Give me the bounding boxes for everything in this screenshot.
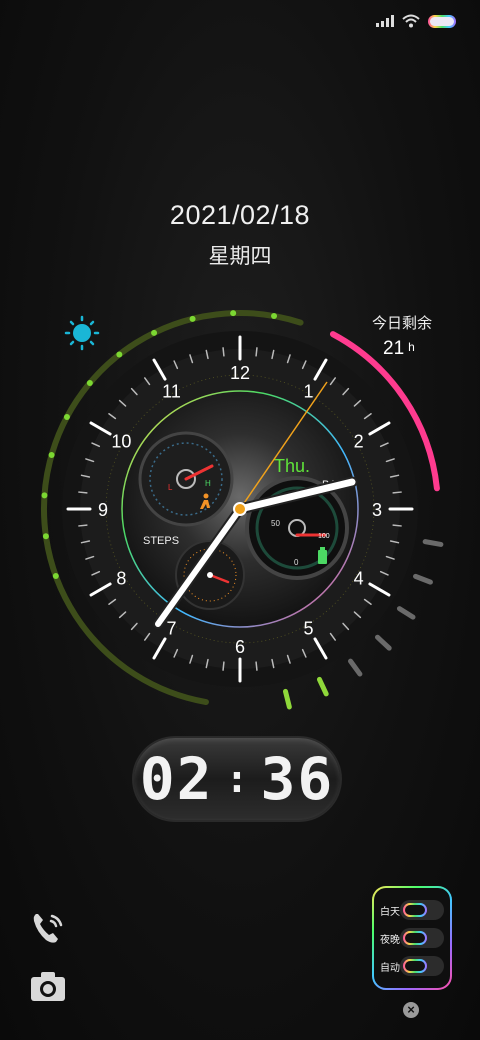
level-dash [282,688,292,710]
level-dash [396,606,416,620]
minute-tick [78,524,88,527]
close-icon[interactable]: × [403,1002,419,1018]
hour-numeral: 8 [116,569,126,589]
day-label: Thu. [274,456,310,476]
hour-numeral: 3 [372,500,382,520]
steps-low-label: L [168,483,173,492]
bat-scale-100: 100 [318,533,330,540]
battery-icon [428,14,456,28]
minute-tick [255,347,258,357]
signal-bars-icon [376,15,394,27]
steps-high-label: H [205,479,211,488]
sun-icon [64,315,100,351]
level-dash [374,634,392,651]
hour-numeral: 1 [303,381,313,401]
mode-toggle-day[interactable] [400,900,444,920]
mode-label-day: 白天 [380,906,400,918]
progress-dot [116,351,123,358]
mode-row-night[interactable]: 夜晚 [380,928,444,948]
digital-minutes: 36 [260,745,335,813]
mode-panel: 白天 夜晚 自动 [372,886,452,990]
camera-icon[interactable] [28,968,68,1004]
progress-dot [151,329,158,336]
hour-numeral: 7 [166,619,176,639]
minute-tick [392,491,402,494]
progress-dot [86,380,93,387]
minute-tick [392,524,402,527]
progress-dot [189,315,196,322]
progress-dot [42,533,49,540]
minute-tick [222,347,225,357]
hour-numeral: 4 [354,569,364,589]
wifi-icon [402,14,420,28]
level-dash [422,539,444,547]
mode-row-day[interactable]: 白天 [380,900,444,920]
mode-label-auto: 自动 [380,962,400,974]
hour-numeral: 10 [111,432,131,452]
mode-toggle-night[interactable] [400,928,444,948]
mode-label-night: 夜晚 [380,934,400,946]
digital-hours: 02 [139,745,214,813]
hour-numeral: 6 [235,637,245,657]
hour-numeral: 9 [98,500,108,520]
level-dash [348,658,363,677]
digital-clock: 02 : 36 [134,738,340,820]
steps-subdial: H L [138,431,234,527]
date-text: 2021/02/18 [169,200,311,230]
hour-numeral: 11 [162,381,181,401]
hour-numeral: 5 [303,619,313,639]
progress-dot [52,573,59,580]
bat-scale-0: 0 [294,558,299,567]
minute-tick [255,661,258,671]
mode-row-auto[interactable]: 自动 [380,956,444,976]
level-dash [316,676,329,697]
mode-toggle-auto[interactable] [400,956,444,976]
analog-clock: 121234567891011 H L STEPS 50 100 0 Thu. [41,310,444,710]
minute-tick [222,661,225,671]
phone-icon[interactable] [28,908,68,948]
progress-dot [63,413,70,420]
hand-pivot [233,502,247,516]
progress-dot [41,492,48,499]
progress-dot [271,312,278,319]
progress-dot [48,451,55,458]
status-bar [376,10,456,32]
weekday-text: 星期四 [208,245,272,268]
level-dash [413,573,433,585]
bat-scale-50: 50 [271,519,280,528]
hour-numeral: 2 [354,432,364,452]
hour-numeral: 12 [230,363,250,383]
steps-label: STEPS [143,535,179,547]
minute-tick [78,491,88,494]
digital-colon: : [225,757,249,801]
progress-dot [230,310,237,317]
